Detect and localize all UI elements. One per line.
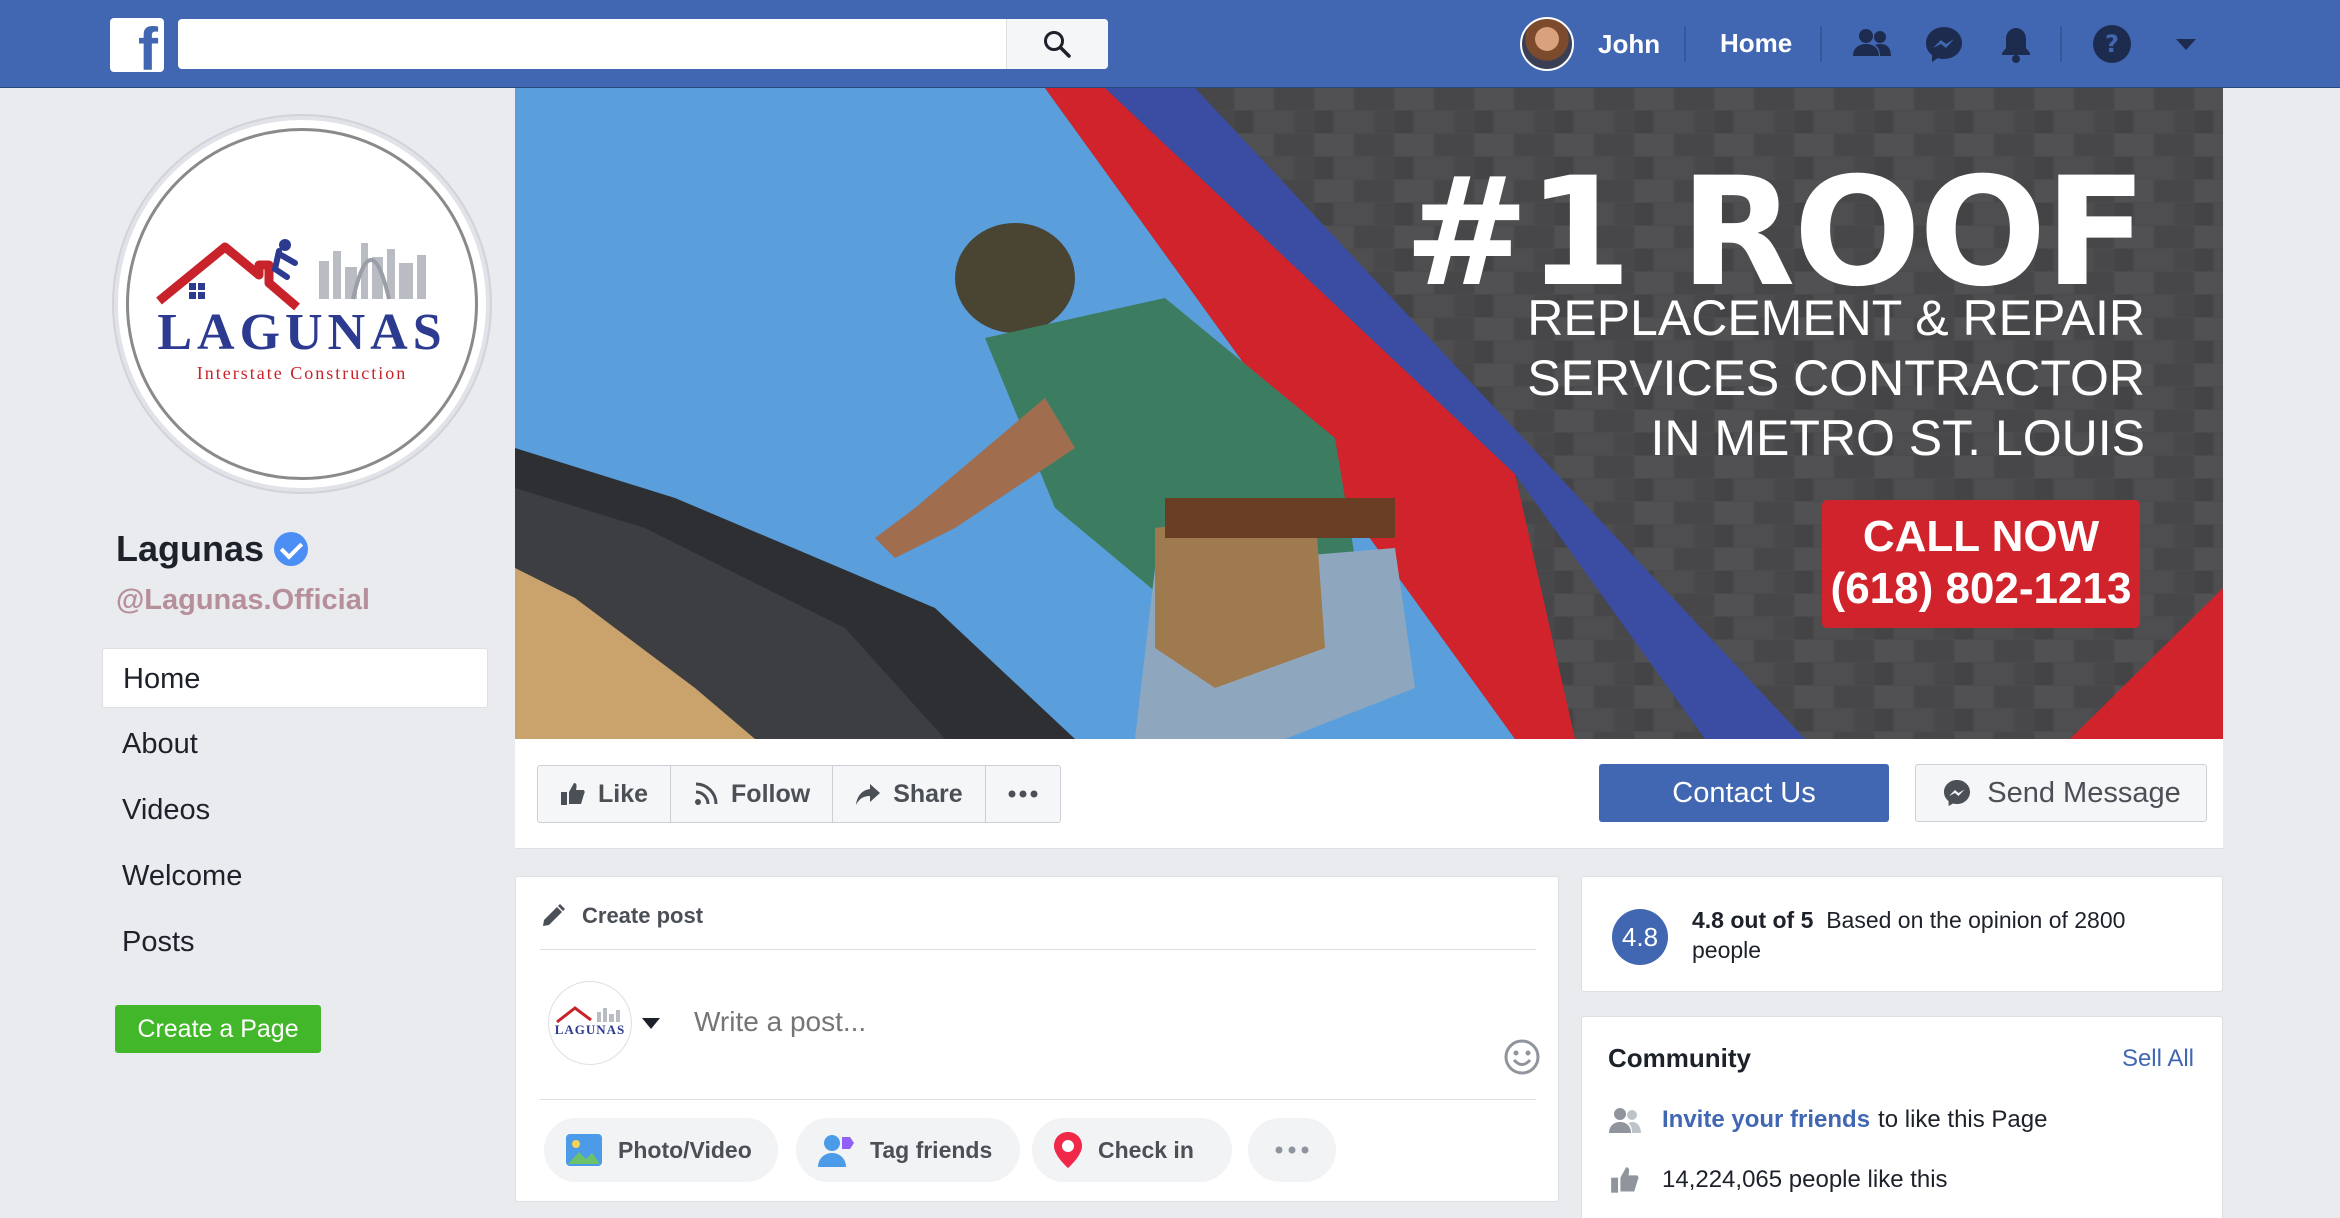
company-logo: LAGUNAS Interstate Construction — [126, 128, 478, 480]
divider — [1684, 26, 1686, 62]
invite-friends-link[interactable]: Invite your friends — [1662, 1106, 1870, 1134]
more-options-button[interactable] — [986, 766, 1060, 822]
nav-item-home[interactable]: Home — [102, 648, 488, 708]
search-box — [178, 19, 1108, 69]
cover-subheading: REPLACEMENT & REPAIR SERVICES CONTRACTOR… — [1527, 290, 2145, 466]
page-actions-group: Like Follow Share — [537, 765, 1061, 823]
create-page-button[interactable]: Create a Page — [115, 1005, 321, 1053]
logo-tagline: Interstate Construction — [196, 363, 408, 383]
facebook-logo-icon[interactable]: f — [110, 18, 164, 72]
invite-friends-row: Invite your friends to like this Page — [1608, 1105, 2047, 1135]
profile-link[interactable]: John — [1520, 17, 1660, 71]
contact-us-button[interactable]: Contact Us — [1599, 764, 1889, 822]
svg-text:?: ? — [2105, 30, 2119, 58]
rss-follow-icon — [695, 782, 718, 805]
page-profile-picture[interactable]: LAGUNAS Interstate Construction — [114, 116, 490, 492]
search-button[interactable] — [1006, 19, 1108, 69]
community-title: Community — [1608, 1043, 1751, 1073]
more-dots-icon — [1008, 790, 1038, 798]
caret-down-icon[interactable] — [2164, 22, 2208, 66]
user-name: John — [1598, 28, 1661, 59]
share-arrow-icon — [856, 784, 881, 805]
rating-summary[interactable]: 4.8 out of 5 Based on the opinion of 280… — [1692, 905, 2192, 965]
cover-photo[interactable]: #1 ROOF REPLACEMENT & REPAIR SERVICES CO… — [515, 88, 2223, 739]
search-input[interactable] — [178, 19, 1004, 69]
share-button[interactable]: Share — [833, 766, 986, 822]
thumbs-up-icon — [561, 783, 585, 805]
like-button[interactable]: Like — [538, 766, 672, 822]
page-name: Lagunas — [116, 528, 265, 569]
create-post-header[interactable]: Create post — [540, 903, 703, 929]
page-handle[interactable]: @Lagunas.Official — [116, 584, 370, 617]
tag-friends-button[interactable]: Tag friends — [796, 1118, 1020, 1182]
messenger-icon — [1944, 780, 1971, 806]
rating-score-badge: 4.8 — [1612, 909, 1668, 965]
community-card: Community Sell All Invite your friends t… — [1581, 1016, 2223, 1218]
divider — [2060, 26, 2062, 62]
nav-item-videos[interactable]: Videos — [102, 780, 488, 840]
page-action-bar: Like Follow Share Contact Us Send Messag… — [515, 739, 2223, 849]
thumbs-up-icon — [1611, 1167, 1639, 1193]
see-all-link[interactable]: Sell All — [2122, 1045, 2194, 1073]
top-navigation-bar: f John Home ? — [0, 0, 2340, 88]
audience-caret-icon[interactable] — [642, 1018, 660, 1029]
invite-friends-icon — [1609, 1108, 1641, 1133]
divider — [540, 949, 1536, 950]
divider — [540, 1099, 1536, 1100]
logo-wordmark: LAGUNAS — [157, 304, 447, 361]
send-message-button[interactable]: Send Message — [1915, 764, 2207, 822]
page-likes-count: 14,224,065 people like this — [1662, 1166, 1948, 1193]
nav-item-posts[interactable]: Posts — [102, 912, 488, 972]
home-link[interactable]: Home — [1720, 28, 1792, 59]
pencil-icon — [543, 904, 565, 926]
verified-badge-icon — [274, 532, 309, 566]
page-avatar[interactable]: LAGUNAS — [548, 981, 632, 1065]
cover-call-now-badge: CALL NOW (618) 802-1213 — [1822, 500, 2140, 628]
nav-item-about[interactable]: About — [102, 714, 488, 774]
page-title[interactable]: Lagunas — [116, 528, 309, 570]
photo-video-button[interactable]: Photo/Video — [544, 1118, 778, 1182]
avatar — [1520, 17, 1574, 71]
search-icon — [1044, 31, 1071, 58]
write-post-input[interactable] — [694, 997, 1454, 1047]
mini-logo-wordmark: LAGUNAS — [554, 1022, 626, 1037]
rating-card: 4.8 4.8 out of 5 Based on the opinion of… — [1581, 876, 2223, 992]
nav-item-welcome[interactable]: Welcome — [102, 846, 488, 906]
create-post-card: Create post LAGUNAS Photo/Video Tag frie… — [515, 876, 1559, 1202]
photo-icon — [566, 1134, 602, 1166]
more-dots-icon — [1275, 1146, 1309, 1154]
notifications-icon[interactable] — [1994, 22, 2038, 66]
emoji-icon[interactable] — [1504, 1039, 1540, 1075]
page-navigation: Home About Videos Welcome Posts — [102, 648, 488, 978]
tag-friends-icon — [818, 1135, 854, 1167]
divider — [1820, 26, 1822, 62]
help-icon[interactable]: ? — [2090, 22, 2134, 66]
messenger-icon[interactable] — [1922, 22, 1966, 66]
check-in-button[interactable]: Check in — [1032, 1118, 1232, 1182]
location-pin-icon — [1054, 1132, 1082, 1168]
page-likes-row: 14,224,065 people like this — [1608, 1165, 1948, 1195]
follow-button[interactable]: Follow — [671, 766, 834, 822]
friends-icon[interactable] — [1850, 22, 1894, 66]
more-post-options-button[interactable] — [1248, 1118, 1336, 1182]
